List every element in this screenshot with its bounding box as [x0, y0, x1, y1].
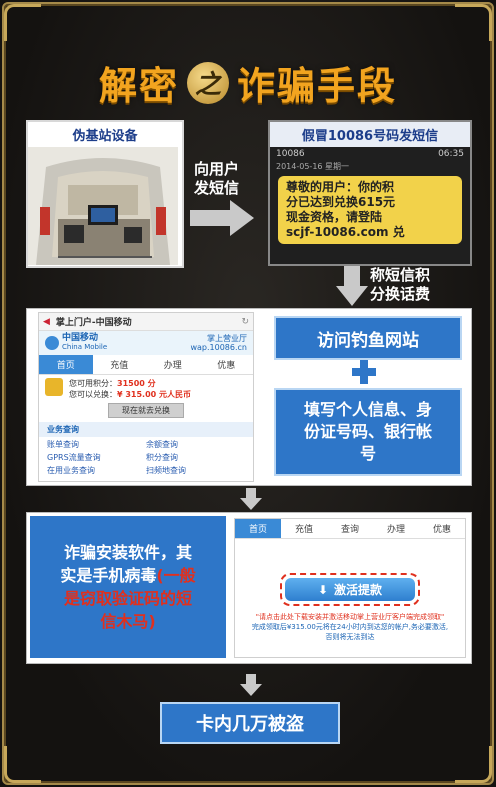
visit-phishing-site-box: 访问钓鱼网站 — [274, 316, 462, 360]
query-link[interactable]: 账单查询 — [47, 439, 146, 450]
title-right: 诈骗手段 — [237, 64, 398, 108]
tab-home[interactable]: 首页 — [39, 355, 93, 374]
info-line: 填写个人信息、身 — [303, 400, 432, 419]
activate-label: 激活提款 — [334, 583, 383, 597]
section-header: 业务查询 — [39, 422, 253, 437]
arrow-label-line: 分换话费 — [370, 285, 431, 303]
info-line: 号 — [359, 444, 376, 463]
sms-line: 尊敬的用户：你的积 — [286, 180, 395, 194]
portal-url: wap.10086.cn — [190, 343, 247, 352]
corner-ornament — [4, 746, 41, 783]
tab-service[interactable]: 办理 — [373, 519, 419, 538]
phishing-site-screenshot: ◀ 掌上门户-中国移动 ↻ 中国移动 China Mobile 掌上营业厅 wa… — [38, 312, 254, 482]
notice-line: "请点击此处下载安装并激活移动掌上营业厅客户端完成领取" — [255, 613, 445, 621]
arrow-down-icon — [240, 674, 262, 696]
sms-line: 现金资格，请登陆 — [286, 210, 383, 224]
browser-titlebar: ◀ 掌上门户-中国移动 ↻ — [39, 313, 253, 331]
fake-sms-screenshot: 假冒10086号码发短信 10086 06:35 2014-05-16 星期一 … — [268, 120, 472, 266]
plus-icon — [352, 360, 376, 384]
malware-red-line: (一般 — [156, 566, 196, 585]
tab-home[interactable]: 首页 — [235, 519, 281, 538]
arrow-label-send-sms: 向用户 发短信 — [194, 160, 239, 198]
query-link[interactable]: 积分查询 — [146, 452, 245, 463]
site-tabs: 首页 充值 办理 优惠 — [39, 355, 253, 375]
tab-recharge[interactable]: 充值 — [93, 355, 147, 374]
tab-offers[interactable]: 优惠 — [200, 355, 254, 374]
sms-caption: 假冒10086号码发短信 — [270, 122, 470, 147]
sms-sender: 10086 — [276, 149, 305, 159]
sms-time: 06:35 — [438, 149, 464, 159]
activate-highlight: ⬇ 激活提款 — [280, 573, 420, 606]
photo-caption: 伪基站设备 — [28, 122, 182, 147]
malware-red-line: 是窃取验证码的短 — [63, 589, 192, 608]
china-mobile-logo-icon — [45, 336, 59, 350]
download-arrow-icon: ⬇ — [317, 582, 329, 597]
activate-button[interactable]: ⬇ 激活提款 — [285, 578, 415, 601]
corner-ornament — [4, 4, 41, 41]
arrow-label-line: 向用户 — [194, 160, 240, 178]
arrow-down-icon — [240, 488, 262, 510]
tab-service[interactable]: 办理 — [146, 355, 200, 374]
query-link[interactable]: 在用业务查询 — [47, 465, 146, 476]
notice-line: 完成领取后¥315.00元将在24小时内到达您的帐户,务必要激活, — [251, 623, 449, 631]
infographic: 解密 之 诈骗手段 伪基站设备 向用户 发短信 假冒10086号码发短信 100… — [0, 0, 496, 787]
points-label: 您可用积分： — [69, 379, 117, 388]
arrow-label-line: 称短信积 — [370, 266, 431, 284]
arrow-label-points: 称短信积 分换话费 — [370, 266, 430, 304]
van-trunk-image — [28, 147, 178, 265]
arrow-label-line: 发短信 — [194, 179, 240, 197]
corner-ornament — [455, 4, 492, 41]
money-stolen-text: 卡内几万被盗 — [196, 714, 304, 735]
corner-ornament — [455, 746, 492, 783]
notice-line: 否则将无法到达 — [325, 633, 375, 641]
activation-page-screenshot: 首页 充值 查询 办理 优惠 ⬇ 激活提款 "请点击此处下载安装并激活移动掌上营… — [234, 518, 466, 658]
info-line: 份证号码、银行帐 — [303, 422, 432, 441]
browser-title: 掌上门户-中国移动 — [55, 318, 132, 328]
query-link[interactable]: 余额查询 — [146, 439, 245, 450]
malware-line: 诈骗安装软件，其 — [63, 543, 192, 562]
logo-en-text: China Mobile — [62, 343, 108, 351]
malware-red-line: 信木马) — [100, 612, 156, 631]
sms-line: 分已达到兑换615元 — [286, 195, 396, 209]
tab-recharge[interactable]: 充值 — [281, 519, 327, 538]
tab-offers[interactable]: 优惠 — [419, 519, 465, 538]
tab-query[interactable]: 查询 — [327, 519, 373, 538]
fake-base-station-photo: 伪基站设备 — [26, 120, 184, 268]
sms-date: 2014-05-16 星期一 — [276, 162, 350, 171]
malware-install-box: 诈骗安装软件，其 实是手机病毒(一般 是窃取验证码的短 信木马) — [30, 516, 226, 658]
page-title: 解密 之 诈骗手段 — [0, 55, 496, 110]
gift-icon — [45, 378, 63, 396]
logo-text: 中国移动 — [62, 333, 99, 343]
query-link[interactable]: 扫频地查询 — [146, 465, 245, 476]
points-block: 您可用积分：31500 分 您可以兑换：¥ 315.00 元人民币 — [39, 375, 253, 403]
title-mid-emblem: 之 — [187, 61, 229, 104]
redeem-label: 您可以兑换： — [69, 390, 117, 399]
site-header: 中国移动 China Mobile 掌上营业厅 wap.10086.cn — [39, 331, 253, 355]
fill-personal-info-box: 填写个人信息、身 份证号码、银行帐 号 — [274, 388, 462, 476]
sms-bubble: 尊敬的用户：你的积 分已达到兑换615元 现金资格，请登陆 scjf-10086… — [278, 176, 462, 244]
points-value: 31500 分 — [117, 379, 156, 388]
portal-name: 掌上营业厅 — [207, 334, 247, 343]
refresh-icon: ↻ — [241, 316, 249, 327]
title-left: 解密 — [98, 64, 179, 108]
arrow-right-icon — [190, 200, 254, 236]
money-stolen-box: 卡内几万被盗 — [160, 702, 340, 744]
sms-line: scjf-10086.com 兑 — [286, 225, 405, 239]
query-link[interactable]: GPRS流量查询 — [47, 452, 146, 463]
back-icon: ◀ — [43, 316, 50, 327]
redeem-button[interactable]: 现在就去兑换 — [108, 403, 184, 418]
redeem-value: ¥ 315.00 元人民币 — [117, 390, 192, 399]
visit-phishing-site-text: 访问钓鱼网站 — [317, 330, 419, 351]
malware-line: 实是手机病毒 — [60, 566, 157, 585]
query-links: 账单查询 余额查询 GPRS流量查询 积分查询 在用业务查询 扫频地查询 — [39, 437, 253, 478]
sms-header: 10086 06:35 — [270, 147, 470, 161]
activation-tabs: 首页 充值 查询 办理 优惠 — [235, 519, 465, 539]
arrow-down-icon — [336, 266, 368, 306]
activation-notice: "请点击此处下载安装并激活移动掌上营业厅客户端完成领取" 完成领取后¥315.0… — [235, 612, 465, 642]
